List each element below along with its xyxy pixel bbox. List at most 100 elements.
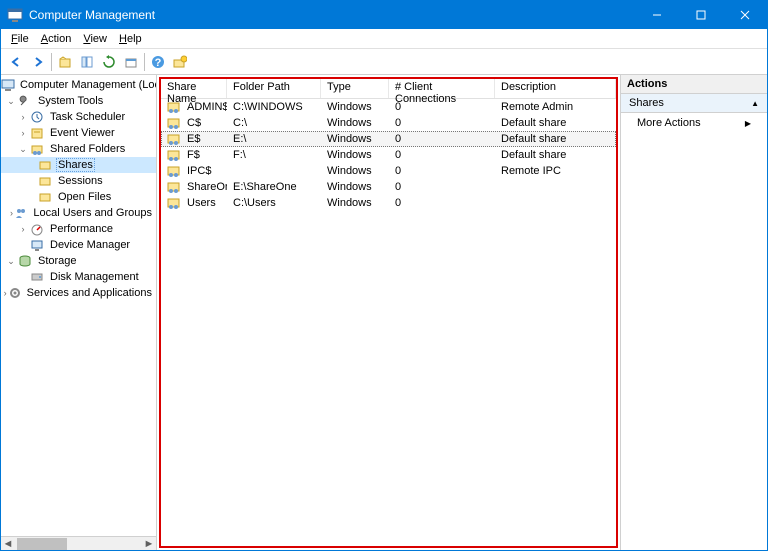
column-description[interactable]: Description — [495, 79, 616, 98]
actions-more[interactable]: More Actions ▶ — [621, 113, 767, 133]
tree-task-scheduler[interactable]: › Task Scheduler — [1, 109, 156, 125]
tree-root[interactable]: Computer Management (Local — [1, 77, 156, 93]
tree-shares[interactable]: Shares — [1, 157, 156, 173]
cell-type: Windows — [321, 101, 389, 113]
services-icon — [8, 285, 22, 301]
tree-event-viewer[interactable]: › Event Viewer — [1, 125, 156, 141]
share-row-icon — [167, 148, 183, 162]
tree-disk-management[interactable]: Disk Management — [1, 269, 156, 285]
cell-connections: 0 — [389, 197, 495, 209]
up-button[interactable] — [54, 51, 76, 73]
scroll-left-icon[interactable]: ◄ — [1, 538, 15, 550]
menu-action[interactable]: Action — [35, 31, 78, 47]
horizontal-scrollbar[interactable]: ◄ ► — [1, 536, 156, 550]
menu-view[interactable]: View — [77, 31, 113, 47]
cell-connections: 0 — [389, 181, 495, 193]
close-button[interactable] — [723, 1, 767, 29]
menu-file[interactable]: File — [5, 31, 35, 47]
maximize-button[interactable] — [679, 1, 723, 29]
clock-icon — [29, 109, 45, 125]
tree-services-apps[interactable]: › Services and Applications — [1, 285, 156, 301]
column-type[interactable]: Type — [321, 79, 389, 98]
tree-shared-folders[interactable]: ⌄ Shared Folders — [1, 141, 156, 157]
menu-help[interactable]: Help — [113, 31, 148, 47]
cell-share-name: Users — [161, 196, 227, 210]
forward-button[interactable] — [27, 51, 49, 73]
cell-connections: 0 — [389, 117, 495, 129]
export-button[interactable] — [120, 51, 142, 73]
wrench-icon — [17, 93, 33, 109]
scroll-thumb[interactable] — [17, 538, 67, 550]
tree-system-tools[interactable]: ⌄ System Tools — [1, 93, 156, 109]
share-row-icon — [167, 116, 183, 130]
toolbar: ? — [1, 49, 767, 75]
window-controls — [635, 1, 767, 29]
expand-icon[interactable]: › — [17, 112, 29, 122]
cell-folder-path: F:\ — [227, 149, 321, 161]
body: Computer Management (Local ⌄ System Tool… — [1, 75, 767, 550]
cell-description: Default share — [495, 133, 616, 145]
titlebar: Computer Management — [1, 1, 767, 29]
event-icon — [29, 125, 45, 141]
cell-folder-path: E:\ — [227, 133, 321, 145]
table-row[interactable]: UsersC:\UsersWindows0 — [161, 195, 616, 211]
minimize-button[interactable] — [635, 1, 679, 29]
cell-share-name: C$ — [161, 116, 227, 130]
cell-type: Windows — [321, 133, 389, 145]
collapse-icon[interactable]: ⌄ — [5, 96, 17, 107]
submenu-arrow-icon: ▶ — [745, 119, 751, 128]
back-button[interactable] — [5, 51, 27, 73]
table-row[interactable]: C$C:\Windows0Default share — [161, 115, 616, 131]
show-hide-button[interactable] — [76, 51, 98, 73]
actions-context-label: Shares — [629, 97, 664, 109]
svg-text:?: ? — [155, 57, 162, 69]
table-row[interactable]: ADMIN$C:\WINDOWSWindows0Remote Admin — [161, 99, 616, 115]
column-client-connections[interactable]: # Client Connections — [389, 79, 495, 98]
scroll-right-icon[interactable]: ► — [142, 538, 156, 550]
tree-performance[interactable]: › Performance — [1, 221, 156, 237]
cell-folder-path: C:\Users — [227, 197, 321, 209]
share-row-icon — [167, 132, 183, 146]
computer-icon — [1, 77, 15, 93]
tree-device-manager[interactable]: Device Manager — [1, 237, 156, 253]
cell-share-name: ADMIN$ — [161, 100, 227, 114]
expand-icon[interactable]: › — [17, 224, 29, 234]
list-body: ADMIN$C:\WINDOWSWindows0Remote AdminC$C:… — [161, 99, 616, 546]
cell-folder-path: C:\WINDOWS — [227, 101, 321, 113]
cell-type: Windows — [321, 117, 389, 129]
window-title: Computer Management — [29, 8, 635, 22]
cell-description: Default share — [495, 117, 616, 129]
cell-share-name: ShareOne — [161, 180, 227, 194]
expand-icon[interactable]: › — [17, 128, 29, 138]
actions-more-label: More Actions — [637, 117, 701, 129]
actions-context[interactable]: Shares ▲ — [621, 94, 767, 113]
column-share-name[interactable]: Share Name — [161, 79, 227, 98]
new-share-button[interactable] — [169, 51, 191, 73]
cell-connections: 0 — [389, 149, 495, 161]
refresh-button[interactable] — [98, 51, 120, 73]
cell-folder-path: C:\ — [227, 117, 321, 129]
table-row[interactable]: E$E:\Windows0Default share — [161, 131, 616, 147]
open-files-icon — [37, 189, 53, 205]
tree-open-files[interactable]: Open Files — [1, 189, 156, 205]
table-row[interactable]: F$F:\Windows0Default share — [161, 147, 616, 163]
share-row-icon — [167, 180, 183, 194]
actions-pane: Actions Shares ▲ More Actions ▶ — [620, 75, 767, 550]
help-button[interactable]: ? — [147, 51, 169, 73]
tree-local-users[interactable]: › Local Users and Groups — [1, 205, 156, 221]
list-header: Share Name Folder Path Type # Client Con… — [161, 79, 616, 99]
column-folder-path[interactable]: Folder Path — [227, 79, 321, 98]
cell-description: Default share — [495, 149, 616, 161]
collapse-icon[interactable]: ⌄ — [5, 256, 17, 267]
cell-description: Remote IPC — [495, 165, 616, 177]
actions-header: Actions — [621, 75, 767, 94]
storage-icon — [17, 253, 33, 269]
share-icon — [37, 157, 53, 173]
tree-storage[interactable]: ⌄ Storage — [1, 253, 156, 269]
tree-sessions[interactable]: Sessions — [1, 173, 156, 189]
table-row[interactable]: IPC$Windows0Remote IPC — [161, 163, 616, 179]
cell-type: Windows — [321, 165, 389, 177]
table-row[interactable]: ShareOneE:\ShareOneWindows0 — [161, 179, 616, 195]
cell-connections: 0 — [389, 133, 495, 145]
collapse-icon[interactable]: ⌄ — [17, 144, 29, 155]
